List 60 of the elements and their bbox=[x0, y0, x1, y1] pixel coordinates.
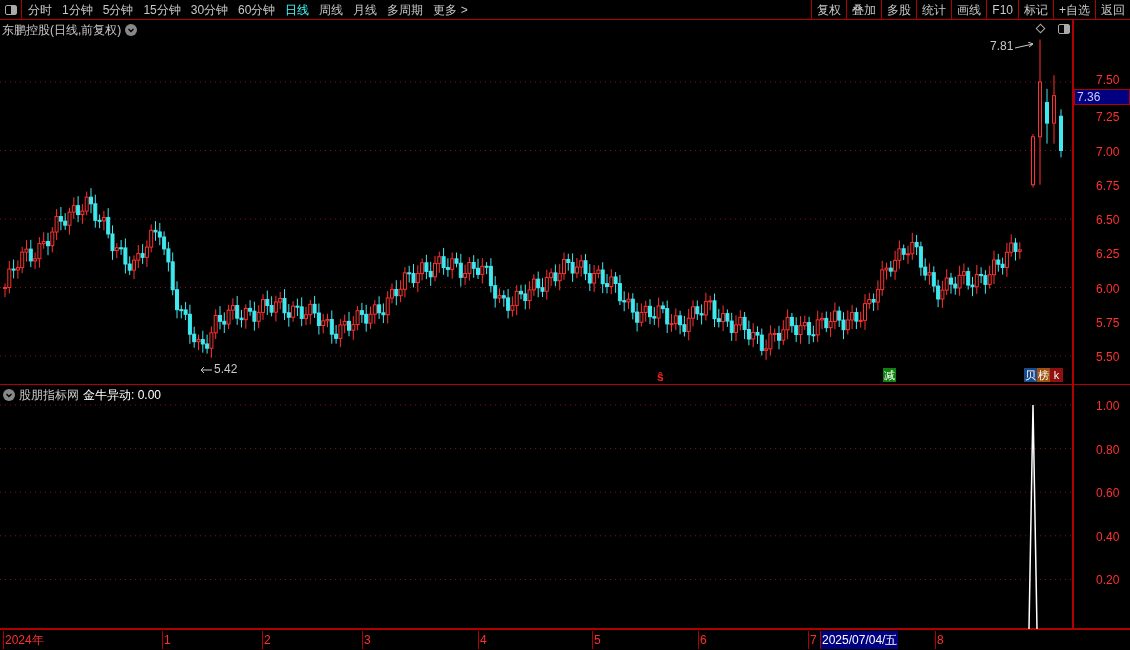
date-axis-label: 5 bbox=[592, 631, 602, 649]
price-axis-label: 6.00 bbox=[1096, 280, 1120, 298]
arrow-icon bbox=[200, 365, 212, 373]
event-badge[interactable]: 贝 bbox=[1024, 368, 1037, 382]
period-tab[interactable]: 1分钟 bbox=[62, 0, 93, 19]
panel-toggle-icon[interactable] bbox=[1058, 24, 1070, 34]
high-price-label: 7.81 bbox=[990, 38, 1014, 55]
period-tab[interactable]: 5分钟 bbox=[102, 0, 134, 19]
period-tab[interactable]: 30分钟 bbox=[190, 0, 229, 19]
period-tab[interactable]: 月线 bbox=[353, 0, 378, 19]
toolbar-button[interactable]: 画线 bbox=[951, 0, 987, 20]
price-axis-label: 6.25 bbox=[1096, 246, 1120, 264]
indicator-name: 金牛异动: 0.00 bbox=[83, 387, 162, 404]
date-axis-label: 7 bbox=[808, 631, 818, 649]
toolbar-button[interactable]: 复权 bbox=[811, 0, 847, 20]
date-axis-label: 3 bbox=[362, 631, 372, 649]
period-tab[interactable]: 分时 bbox=[28, 0, 52, 19]
toolbar-button[interactable]: 标记 bbox=[1018, 0, 1053, 20]
period-tab[interactable]: 周线 bbox=[319, 0, 344, 19]
toolbar-button[interactable]: 多股 bbox=[881, 0, 917, 20]
toolbar-button[interactable]: 统计 bbox=[916, 0, 952, 20]
low-price-label: 5.42 bbox=[214, 361, 238, 378]
period-tab[interactable]: 日线 bbox=[285, 0, 310, 19]
indicator-axis-label: 0.40 bbox=[1096, 528, 1120, 546]
date-axis-label: 2024年 bbox=[3, 631, 45, 649]
price-axis-label: 5.50 bbox=[1096, 349, 1120, 366]
price-axis-label: 7.00 bbox=[1096, 143, 1120, 161]
price-axis-label: 6.50 bbox=[1096, 212, 1120, 229]
period-tab[interactable]: 60分钟 bbox=[238, 0, 276, 19]
toolbar-button[interactable]: 叠加 bbox=[846, 0, 882, 20]
date-axis-label: 4 bbox=[478, 631, 488, 649]
indicator-axis-label: 0.60 bbox=[1096, 485, 1120, 503]
indicator-axis-label: 1.00 bbox=[1096, 398, 1120, 415]
event-badge[interactable]: 榜 bbox=[1037, 368, 1050, 382]
toolbar-button[interactable]: +自选 bbox=[1053, 0, 1095, 20]
indicator-axis-label: 0.20 bbox=[1096, 572, 1120, 590]
event-badge[interactable]: 减 bbox=[883, 368, 896, 382]
period-tab[interactable]: 15分钟 bbox=[143, 0, 181, 19]
period-tab[interactable]: 更多 > bbox=[433, 0, 468, 19]
period-tab[interactable]: 多周期 bbox=[387, 0, 424, 19]
date-axis-label: 6 bbox=[698, 631, 708, 649]
date-axis-label: 2 bbox=[262, 631, 272, 649]
price-axis-label: 6.75 bbox=[1096, 177, 1120, 195]
indicator-axis-label: 0.80 bbox=[1096, 441, 1120, 459]
dropdown-icon[interactable] bbox=[125, 24, 138, 36]
date-axis-label: 1 bbox=[162, 631, 172, 649]
event-marker[interactable]: ŝ bbox=[657, 368, 664, 386]
toolbar-button[interactable]: 返回 bbox=[1095, 0, 1130, 20]
date-axis-label: 8 bbox=[935, 631, 945, 649]
price-axis-label: 7.50 bbox=[1096, 72, 1120, 89]
dropdown-icon[interactable] bbox=[3, 389, 15, 401]
arrow-icon bbox=[1015, 42, 1036, 50]
toolbar-button[interactable]: F10 bbox=[986, 0, 1018, 20]
price-axis-label: 7.25 bbox=[1096, 109, 1120, 127]
chart-title: 东鹏控股(日线,前复权) bbox=[2, 22, 122, 39]
date-axis-label: 2025/07/04/五 bbox=[820, 631, 899, 649]
event-badge[interactable]: k bbox=[1050, 368, 1063, 382]
indicator-source: 股朋指标网 bbox=[19, 387, 79, 404]
current-price-tag: 7.36 bbox=[1074, 89, 1130, 105]
price-axis-label: 5.75 bbox=[1096, 314, 1120, 332]
